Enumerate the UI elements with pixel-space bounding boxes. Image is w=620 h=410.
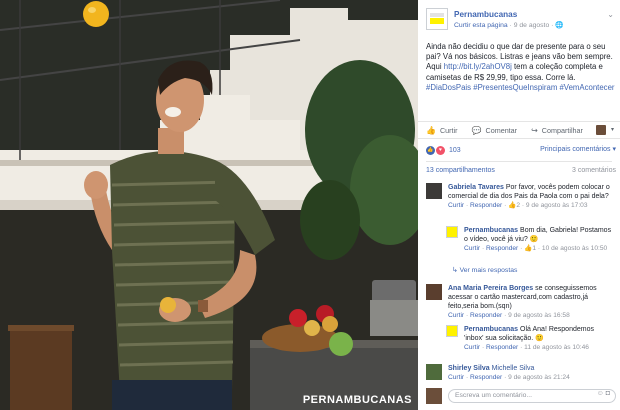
caret-down-icon[interactable]: ▾ — [611, 126, 614, 133]
comment-time[interactable]: 9 de agosto às 16:58 — [508, 312, 570, 319]
like-label: Curtir — [439, 125, 458, 135]
comment-like-link[interactable]: Curtir — [448, 374, 464, 381]
like-page-link[interactable]: Curtir esta página — [454, 22, 508, 29]
share-count[interactable]: 13 compartilhamentos — [426, 167, 495, 174]
share-label: Compartilhar — [541, 125, 583, 135]
comment-icon: 💬 — [471, 125, 482, 135]
reply-body: Pernambucanas Olá Ana! Respondemos 'inbo… — [464, 325, 614, 352]
love-reaction-icon[interactable]: ♥ — [436, 145, 445, 155]
commenter-avatar[interactable] — [426, 284, 442, 300]
comment-sort-dropdown[interactable]: Principais comentários ▾ — [540, 145, 616, 153]
user-avatar[interactable] — [426, 388, 442, 404]
comment-footer: Curtir · Responder · 👍2 · 9 de agosto às… — [448, 202, 588, 209]
comment-button[interactable]: 💬 Comentar — [472, 126, 518, 135]
emoji-camera-icons[interactable]: ☺ ◘ — [597, 390, 610, 397]
post-link[interactable]: http://bit.ly/2ahOV8j — [444, 62, 512, 71]
comment-time[interactable]: 9 de agosto às 17:03 — [526, 202, 588, 209]
user-avatar[interactable] — [596, 125, 606, 135]
comment-body: Gabriela Tavares Por favor, vocês podem … — [448, 183, 614, 210]
comment-footer: Curtir · Responder · 9 de agosto às 21:2… — [448, 374, 570, 381]
reply-reply-link[interactable]: Responder — [486, 245, 518, 252]
share-icon: ↪ — [531, 125, 538, 135]
commenter-name[interactable]: Ana Maria Pereira Borges — [448, 285, 533, 292]
comment-like-count[interactable]: 👍2 — [508, 202, 520, 209]
page-reply-avatar[interactable] — [446, 226, 458, 238]
comment-footer: Curtir · Responder · 9 de agosto às 16:5… — [448, 312, 570, 319]
logo-band — [430, 18, 444, 24]
commenter-avatar[interactable] — [426, 364, 442, 380]
reply-like-count[interactable]: 👍1 — [524, 245, 536, 252]
comment-like-link[interactable]: Curtir — [448, 312, 464, 319]
post-date[interactable]: 9 de agosto · — [514, 22, 554, 29]
divider — [426, 161, 612, 162]
comment-composer: Escreva um comentário... ☺ ◘ — [426, 387, 616, 405]
commenter-avatar[interactable] — [426, 183, 442, 199]
share-button[interactable]: ↪ Compartilhar — [531, 126, 583, 135]
reactions-row: 👍 ♥ 103 Principais comentários ▾ — [426, 143, 616, 157]
globe-icon: 🌐 — [555, 22, 564, 29]
comment-body: Shirley Silva Michelle Silva Curtir · Re… — [448, 364, 614, 382]
comment-reply-link[interactable]: Responder — [470, 312, 502, 319]
facebook-photo-viewer: PERNAMBUCANAS Pernambucanas Curtir esta … — [0, 0, 620, 410]
reaction-count[interactable]: 103 — [449, 147, 461, 154]
comment-reply-link[interactable]: Responder — [470, 374, 502, 381]
post-meta: Curtir esta página · 9 de agosto · 🌐 — [454, 21, 564, 29]
reply-author-name[interactable]: Pernambucanas — [464, 326, 518, 333]
counts-row: 13 compartilhamentos 3 comentários — [426, 167, 616, 174]
more-replies-label: Ver mais respostas — [459, 267, 518, 274]
comment-body: Ana Maria Pereira Borges se conseguissem… — [448, 284, 614, 320]
logo-roof — [430, 13, 444, 17]
post-photo[interactable]: PERNAMBUCANAS — [0, 0, 418, 410]
comment-label: Comentar — [485, 125, 518, 135]
brand-watermark: PERNAMBUCANAS — [302, 394, 412, 406]
post-actions-bar: 👍 Curtir 💬 Comentar ↪ Compartilhar ▾ — [418, 121, 620, 139]
chevron-down-icon[interactable]: ⌄ — [607, 10, 614, 19]
more-replies-link[interactable]: ↳ Ver mais respostas — [452, 266, 517, 274]
comment-input[interactable]: Escreva um comentário... — [448, 389, 616, 403]
page-avatar[interactable] — [426, 8, 448, 30]
post-text: Ainda não decidiu o que dar de presente … — [426, 42, 616, 93]
comment-count[interactable]: 3 comentários — [572, 167, 616, 174]
post-header: Pernambucanas Curtir esta página · 9 de … — [426, 8, 616, 38]
page-name[interactable]: Pernambucanas — [454, 10, 517, 19]
commenter-name[interactable]: Shirley Silva — [448, 365, 490, 372]
reply-time[interactable]: 11 de agosto às 10:46 — [524, 344, 589, 351]
page-reply-avatar[interactable] — [446, 325, 458, 337]
commenter-name[interactable]: Gabriela Tavares — [448, 184, 504, 191]
comment-mention[interactable]: Michelle Silva — [490, 365, 535, 372]
reply-like-link[interactable]: Curtir — [464, 245, 480, 252]
reply-author-name[interactable]: Pernambucanas — [464, 227, 518, 234]
post-hashtags[interactable]: #DiaDosPais #PresentesQueInspiram #VemAc… — [426, 83, 615, 92]
reply-time[interactable]: 10 de agosto às 10:50 — [542, 245, 607, 252]
photo-illustration — [0, 0, 418, 410]
reply-footer: Curtir · Responder · 11 de agosto às 10:… — [464, 344, 589, 351]
comment-reply-link[interactable]: Responder — [470, 202, 502, 209]
thumbs-up-icon: 👍 — [426, 125, 436, 135]
reply-body: Pernambucanas Bom dia, Gabriela! Postamo… — [464, 226, 614, 253]
like-reaction-icon[interactable]: 👍 — [426, 145, 435, 155]
reply-footer: Curtir · Responder · 👍1 · 10 de agosto à… — [464, 245, 608, 252]
like-button[interactable]: 👍 Curtir — [426, 126, 458, 135]
comment-like-link[interactable]: Curtir — [448, 202, 464, 209]
reply-reply-link[interactable]: Responder — [486, 344, 518, 351]
reply-like-link[interactable]: Curtir — [464, 344, 480, 351]
comment-time[interactable]: 9 de agosto às 21:24 — [508, 374, 570, 381]
